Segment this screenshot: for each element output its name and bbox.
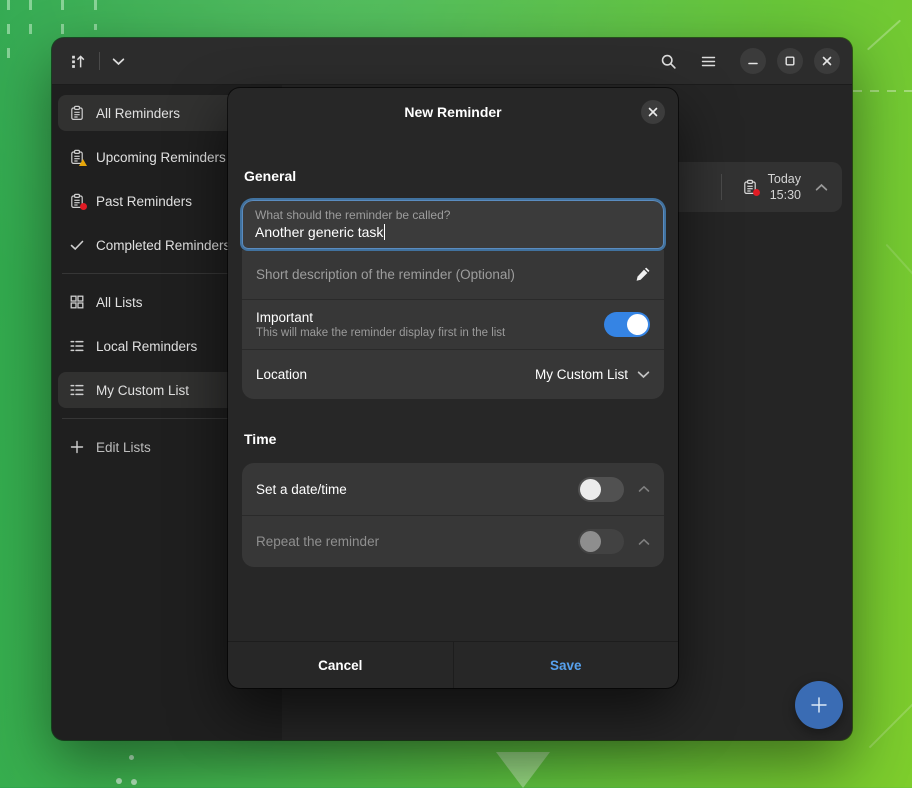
reminder-time: 15:30: [770, 188, 801, 202]
repeat-reminder-toggle: [578, 529, 624, 554]
description-row[interactable]: Short description of the reminder (Optio…: [242, 249, 664, 299]
sidebar-item-label: All Lists: [96, 295, 143, 310]
reminder-datetime: Today 15:30: [768, 171, 801, 204]
new-reminder-dialog: New Reminder General What should the rem…: [228, 88, 678, 688]
sidebar-item-label: All Reminders: [96, 106, 180, 121]
dialog-header: New Reminder: [228, 88, 678, 136]
close-icon: [648, 107, 658, 117]
chevron-up-icon[interactable]: [638, 485, 650, 493]
chevron-up-icon: [638, 538, 650, 546]
wallpaper-dot: [131, 779, 137, 785]
new-reminder-fab[interactable]: [795, 681, 843, 729]
toggle-knob: [580, 531, 601, 552]
general-group: What should the reminder be called? Anot…: [242, 200, 664, 399]
grid-icon: [69, 294, 85, 310]
set-datetime-row: Set a date/time: [242, 463, 664, 515]
sort-button[interactable]: [66, 49, 91, 74]
close-window-button[interactable]: [814, 48, 840, 74]
sidebar-item-label: Past Reminders: [96, 194, 192, 209]
dialog-close-button[interactable]: [641, 100, 665, 124]
wallpaper-dot: [116, 778, 122, 784]
important-subtitle: This will make the reminder display firs…: [256, 327, 505, 339]
general-section-heading: General: [244, 168, 664, 184]
description-placeholder: Short description of the reminder (Optio…: [256, 267, 515, 282]
hamburger-menu-icon: [701, 55, 716, 68]
wallpaper-triangle: [496, 752, 550, 788]
reminder-row-separator: [721, 174, 722, 200]
set-datetime-label: Set a date/time: [256, 482, 347, 497]
repeat-reminder-row: Repeat the reminder: [242, 515, 664, 567]
search-button[interactable]: [656, 49, 681, 74]
sidebar-item-label: Edit Lists: [96, 440, 151, 455]
wallpaper-dash-line: [61, 0, 64, 34]
sidebar-item-label: Completed Reminders: [96, 238, 230, 253]
time-group: Set a date/time Repeat the reminder: [242, 463, 664, 567]
overdue-badge: [80, 203, 87, 210]
wallpaper-dashes: [853, 90, 912, 92]
sidebar-item-label: Upcoming Reminders: [96, 150, 226, 165]
set-datetime-toggle[interactable]: [578, 477, 624, 502]
minimize-button[interactable]: [740, 48, 766, 74]
clipboard-warning-icon: [69, 149, 85, 165]
text-caret: [384, 224, 385, 240]
search-icon: [660, 53, 677, 70]
headerbar-separator: [99, 52, 100, 70]
clipboard-icon: [69, 105, 85, 121]
plus-icon: [810, 696, 828, 714]
headerbar: [52, 38, 852, 85]
plus-icon: [69, 439, 85, 455]
location-row[interactable]: Location My Custom List: [242, 349, 664, 399]
important-title: Important: [256, 310, 505, 325]
primary-menu-button[interactable]: [697, 51, 720, 72]
dialog-title: New Reminder: [404, 104, 501, 120]
close-icon: [822, 56, 832, 66]
repeat-reminder-label: Repeat the reminder: [256, 534, 379, 549]
important-toggle[interactable]: [604, 312, 650, 337]
wallpaper-streak: [886, 244, 912, 282]
dialog-body: General What should the reminder be call…: [228, 136, 678, 641]
maximize-icon: [785, 56, 795, 66]
clipboard-overdue-icon: [69, 193, 85, 209]
wallpaper-dash-line: [29, 0, 32, 46]
toggle-knob: [580, 479, 601, 500]
edit-pencil-icon[interactable]: [635, 267, 650, 282]
sort-ascending-icon: [70, 53, 87, 70]
wallpaper-dash-line: [7, 0, 10, 58]
cancel-button[interactable]: Cancel: [228, 642, 453, 688]
time-section-heading: Time: [244, 431, 664, 447]
minimize-icon: [748, 56, 758, 66]
checkmark-icon: [69, 237, 85, 253]
wallpaper-dot: [129, 755, 134, 760]
location-label: Location: [256, 367, 307, 382]
chevron-up-icon[interactable]: [815, 183, 828, 192]
wallpaper-streak: [867, 20, 901, 51]
important-row: Important This will make the reminder di…: [242, 299, 664, 349]
sort-dropdown-button[interactable]: [108, 53, 129, 70]
location-value: My Custom List: [535, 367, 628, 382]
dialog-actions: Cancel Save: [228, 641, 678, 688]
maximize-button[interactable]: [777, 48, 803, 74]
task-list-icon: [69, 382, 85, 398]
reminder-name-field[interactable]: What should the reminder be called? Anot…: [242, 200, 664, 249]
reminder-name-label: What should the reminder be called?: [255, 208, 651, 222]
reminder-name-value: Another generic task: [255, 224, 383, 240]
wallpaper-streak: [869, 702, 912, 749]
overdue-badge: [753, 189, 760, 196]
reminder-date: Today: [768, 172, 801, 186]
sidebar-item-label: Local Reminders: [96, 339, 197, 354]
save-button[interactable]: Save: [453, 642, 679, 688]
toggle-knob: [627, 314, 648, 335]
warning-badge: [79, 159, 87, 166]
chevron-down-icon: [112, 57, 125, 66]
task-list-icon: [69, 338, 85, 354]
sidebar-item-label: My Custom List: [96, 383, 189, 398]
clipboard-overdue-icon: [742, 179, 758, 195]
chevron-down-icon: [637, 370, 650, 379]
wallpaper-dash-line: [94, 0, 97, 30]
